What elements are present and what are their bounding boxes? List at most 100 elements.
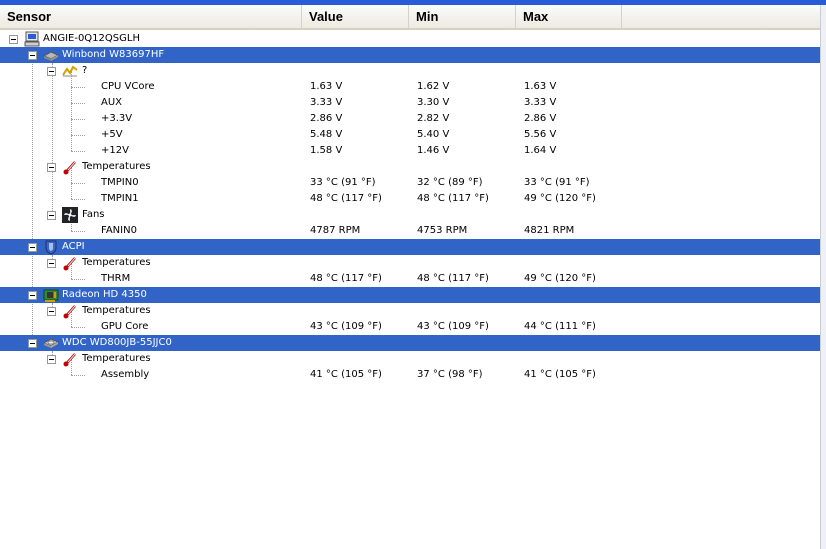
thermometer-icon — [62, 159, 78, 175]
sensor-name: +5V — [101, 129, 123, 140]
sensor-row-5v[interactable]: +5V 5.48 V 5.40 V 5.56 V — [0, 127, 820, 143]
node-label: Fans — [82, 209, 105, 220]
node-label: ? — [82, 65, 88, 76]
sensor-max: 41 °C (105 °F) — [524, 369, 596, 380]
sensor-row-cpu-vcore[interactable]: CPU VCore 1.63 V 1.62 V 1.63 V — [0, 79, 820, 95]
sensor-min: 3.30 V — [417, 97, 450, 108]
sensor-max: 49 °C (120 °F) — [524, 273, 596, 284]
sensor-row-12v[interactable]: +12V 1.58 V 1.46 V 1.64 V — [0, 143, 820, 159]
thermometer-icon — [62, 303, 78, 319]
node-label: Temperatures — [82, 161, 151, 172]
sensor-tree: ANGIE-0Q12QSGLH Winbond W83697HF ? CPU V… — [0, 30, 820, 549]
sensor-max: 1.64 V — [524, 145, 557, 156]
tree-node-wdc[interactable]: WDC WD800JB-55JJC0 — [0, 335, 820, 351]
hard-drive-icon — [42, 335, 60, 351]
sensor-row-fanin0[interactable]: FANIN0 4787 RPM 4753 RPM 4821 RPM — [0, 223, 820, 239]
sensor-name: +3.3V — [101, 113, 133, 124]
sensor-value: 43 °C (109 °F) — [310, 321, 382, 332]
sensor-name: THRM — [101, 273, 131, 284]
tree-node-temperatures[interactable]: Temperatures — [0, 351, 820, 367]
tree-node-temperatures[interactable]: Temperatures — [0, 255, 820, 271]
sensor-min: 4753 RPM — [417, 225, 468, 236]
sensor-max: 3.33 V — [524, 97, 557, 108]
sensor-row-3v3[interactable]: +3.3V 2.86 V 2.82 V 2.86 V — [0, 111, 820, 127]
sensor-row-gpu-core[interactable]: GPU Core 43 °C (109 °F) 43 °C (109 °F) 4… — [0, 319, 820, 335]
node-label: Temperatures — [82, 353, 151, 364]
sensor-max: 4821 RPM — [524, 225, 575, 236]
sensor-row-tmpin1[interactable]: TMPIN1 48 °C (117 °F) 48 °C (117 °F) 49 … — [0, 191, 820, 207]
tree-node-temperatures[interactable]: Temperatures — [0, 303, 820, 319]
sensor-value: 5.48 V — [310, 129, 343, 140]
collapse-toggle[interactable] — [47, 355, 56, 364]
node-label: Winbond W83697HF — [62, 49, 165, 60]
sensor-min: 43 °C (109 °F) — [417, 321, 489, 332]
collapse-toggle[interactable] — [47, 163, 56, 172]
max-column-header[interactable]: Max — [516, 5, 622, 28]
tree-node-radeon[interactable]: Radeon HD 4350 — [0, 287, 820, 303]
sensor-value: 4787 RPM — [310, 225, 361, 236]
sensor-max: 44 °C (111 °F) — [524, 321, 596, 332]
thermometer-icon — [62, 255, 78, 271]
sensor-max: 2.86 V — [524, 113, 557, 124]
sensor-value: 1.63 V — [310, 81, 343, 92]
node-label: Temperatures — [82, 257, 151, 268]
tree-node-voltages[interactable]: ? — [0, 63, 820, 79]
collapse-toggle[interactable] — [47, 259, 56, 268]
sensor-name: TMPIN1 — [101, 193, 139, 204]
sensor-row-aux[interactable]: AUX 3.33 V 3.30 V 3.33 V — [0, 95, 820, 111]
sensor-max: 5.56 V — [524, 129, 557, 140]
collapse-toggle[interactable] — [28, 339, 37, 348]
sensor-value: 41 °C (105 °F) — [310, 369, 382, 380]
sensor-name: GPU Core — [101, 321, 149, 332]
sensor-row-assembly[interactable]: Assembly 41 °C (105 °F) 37 °C (98 °F) 41… — [0, 367, 820, 383]
sensor-value: 2.86 V — [310, 113, 343, 124]
sensor-min: 1.62 V — [417, 81, 450, 92]
sensor-min: 32 °C (89 °F) — [417, 177, 483, 188]
tree-node-temperatures[interactable]: Temperatures — [0, 159, 820, 175]
sensor-name: CPU VCore — [101, 81, 155, 92]
sensor-name: FANIN0 — [101, 225, 137, 236]
sensor-name: AUX — [101, 97, 123, 108]
collapse-toggle[interactable] — [28, 243, 37, 252]
vertical-scrollbar[interactable] — [820, 5, 826, 549]
collapse-toggle[interactable] — [9, 35, 18, 44]
sensor-value: 3.33 V — [310, 97, 343, 108]
min-column-header[interactable]: Min — [409, 5, 516, 28]
value-column-header[interactable]: Value — [302, 5, 409, 28]
collapse-toggle[interactable] — [47, 67, 56, 76]
sensor-name: Assembly — [101, 369, 150, 380]
sensor-value: 33 °C (91 °F) — [310, 177, 376, 188]
sensor-value: 48 °C (117 °F) — [310, 273, 382, 284]
node-label: ACPI — [62, 241, 85, 252]
sensor-value: 1.58 V — [310, 145, 343, 156]
sensor-min: 2.82 V — [417, 113, 450, 124]
root-label: ANGIE-0Q12QSGLH — [43, 33, 140, 44]
sensor-min: 5.40 V — [417, 129, 450, 140]
sensor-min: 37 °C (98 °F) — [417, 369, 483, 380]
sensor-column-header[interactable]: Sensor — [0, 5, 302, 28]
shield-icon — [43, 239, 59, 255]
sensor-max: 49 °C (120 °F) — [524, 193, 596, 204]
tree-node-acpi[interactable]: ACPI — [0, 239, 820, 255]
chip-icon — [42, 47, 60, 63]
tree-node-root[interactable]: ANGIE-0Q12QSGLH — [0, 31, 820, 47]
node-label: WDC WD800JB-55JJC0 — [62, 337, 172, 348]
fan-icon — [62, 207, 78, 223]
collapse-toggle[interactable] — [47, 307, 56, 316]
sensor-value: 48 °C (117 °F) — [310, 193, 382, 204]
sensor-row-tmpin0[interactable]: TMPIN0 33 °C (91 °F) 32 °C (89 °F) 33 °C… — [0, 175, 820, 191]
collapse-toggle[interactable] — [47, 211, 56, 220]
sensor-max: 33 °C (91 °F) — [524, 177, 590, 188]
sensor-max: 1.63 V — [524, 81, 557, 92]
sensor-row-thrm[interactable]: THRM 48 °C (117 °F) 48 °C (117 °F) 49 °C… — [0, 271, 820, 287]
empty-column-header — [622, 5, 820, 28]
sensor-name: TMPIN0 — [101, 177, 139, 188]
tree-node-fans[interactable]: Fans — [0, 207, 820, 223]
tree-node-winbond[interactable]: Winbond W83697HF — [0, 47, 820, 63]
sensor-min: 48 °C (117 °F) — [417, 273, 489, 284]
sensor-min: 48 °C (117 °F) — [417, 193, 489, 204]
computer-icon — [24, 31, 40, 47]
collapse-toggle[interactable] — [28, 51, 37, 60]
node-label: Temperatures — [82, 305, 151, 316]
collapse-toggle[interactable] — [28, 291, 37, 300]
